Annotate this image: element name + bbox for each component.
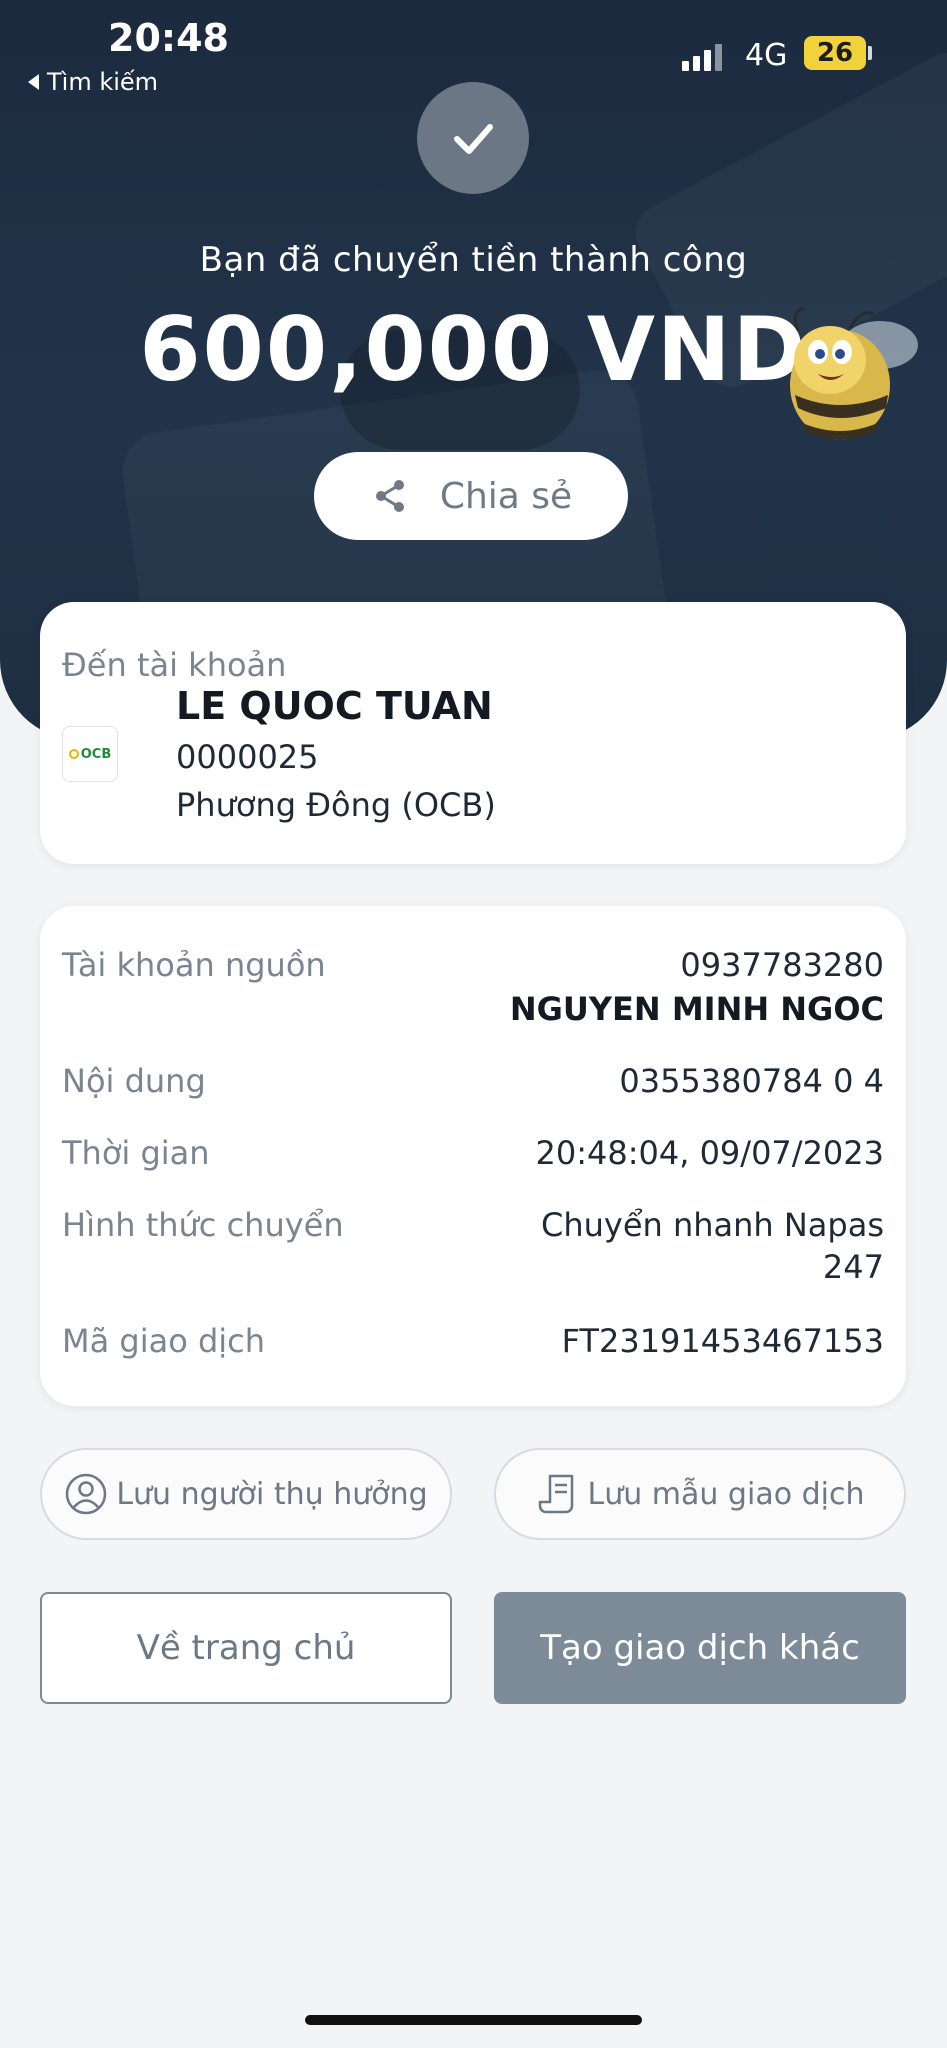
- bee-mascot-icon: [790, 306, 918, 440]
- transaction-id-label: Mã giao dịch: [62, 1322, 266, 1360]
- check-icon: [417, 82, 529, 194]
- user-circle-icon: [66, 1473, 107, 1515]
- home-indicator[interactable]: [305, 2015, 642, 2025]
- transfer-method-value-line2: 247: [822, 1248, 884, 1286]
- back-to-search-link[interactable]: Tìm kiếm: [28, 68, 158, 96]
- battery-cap: [868, 46, 872, 60]
- bank-logo-text: OCB: [80, 746, 112, 762]
- home-button[interactable]: Về trang chủ: [40, 1592, 452, 1704]
- signal-icon: [682, 44, 722, 71]
- beneficiary-bank: Phương Đông (OCB): [176, 786, 496, 824]
- save-template-button[interactable]: Lưu mẫu giao dịch: [494, 1448, 906, 1540]
- time-value: 20:48:04, 09/07/2023: [535, 1134, 885, 1172]
- share-button[interactable]: Chia sẻ: [314, 452, 628, 540]
- new-transaction-button[interactable]: Tạo giao dịch khác: [494, 1592, 906, 1704]
- source-account-name: NGUYEN MINH NGOC: [509, 990, 884, 1028]
- time-label: Thời gian: [62, 1134, 210, 1172]
- destination-title: Đến tài khoản: [62, 646, 287, 684]
- destination-account-card: Đến tài khoản OCB LE QUOC TUAN 0000025 P…: [40, 602, 906, 864]
- share-icon: [375, 480, 404, 512]
- beneficiary-account: 0000025: [176, 738, 319, 776]
- transfer-method-label: Hình thức chuyển: [62, 1206, 344, 1244]
- battery-icon: 26: [804, 36, 866, 70]
- receipt-icon: [538, 1474, 573, 1514]
- content-label: Nội dung: [62, 1062, 206, 1100]
- beneficiary-name: LE QUOC TUAN: [176, 684, 493, 728]
- save-beneficiary-label: Lưu người thụ hưởng: [116, 1476, 428, 1512]
- transfer-method-value: Chuyển nhanh Napas: [540, 1206, 884, 1244]
- share-label: Chia sẻ: [439, 475, 573, 517]
- source-account-number: 0937783280: [680, 946, 884, 984]
- back-arrow-icon: [28, 74, 39, 90]
- save-beneficiary-button[interactable]: Lưu người thụ hưởng: [40, 1448, 452, 1540]
- success-message: Bạn đã chuyển tiền thành công: [199, 240, 748, 280]
- content-value: 0355380784 0 4: [619, 1062, 884, 1100]
- back-label: Tìm kiếm: [47, 68, 159, 96]
- transaction-id-value: FT23191453467153: [561, 1322, 884, 1360]
- source-account-label: Tài khoản nguồn: [62, 946, 326, 984]
- bank-logo-mark: [68, 749, 79, 759]
- bank-logo: OCB: [62, 726, 118, 782]
- save-template-label: Lưu mẫu giao dịch: [587, 1476, 865, 1512]
- transaction-details-card: Tài khoản nguồn 0937783280 NGUYEN MINH N…: [40, 906, 906, 1406]
- status-time: 20:48: [108, 16, 229, 60]
- network-type: 4G: [745, 38, 788, 73]
